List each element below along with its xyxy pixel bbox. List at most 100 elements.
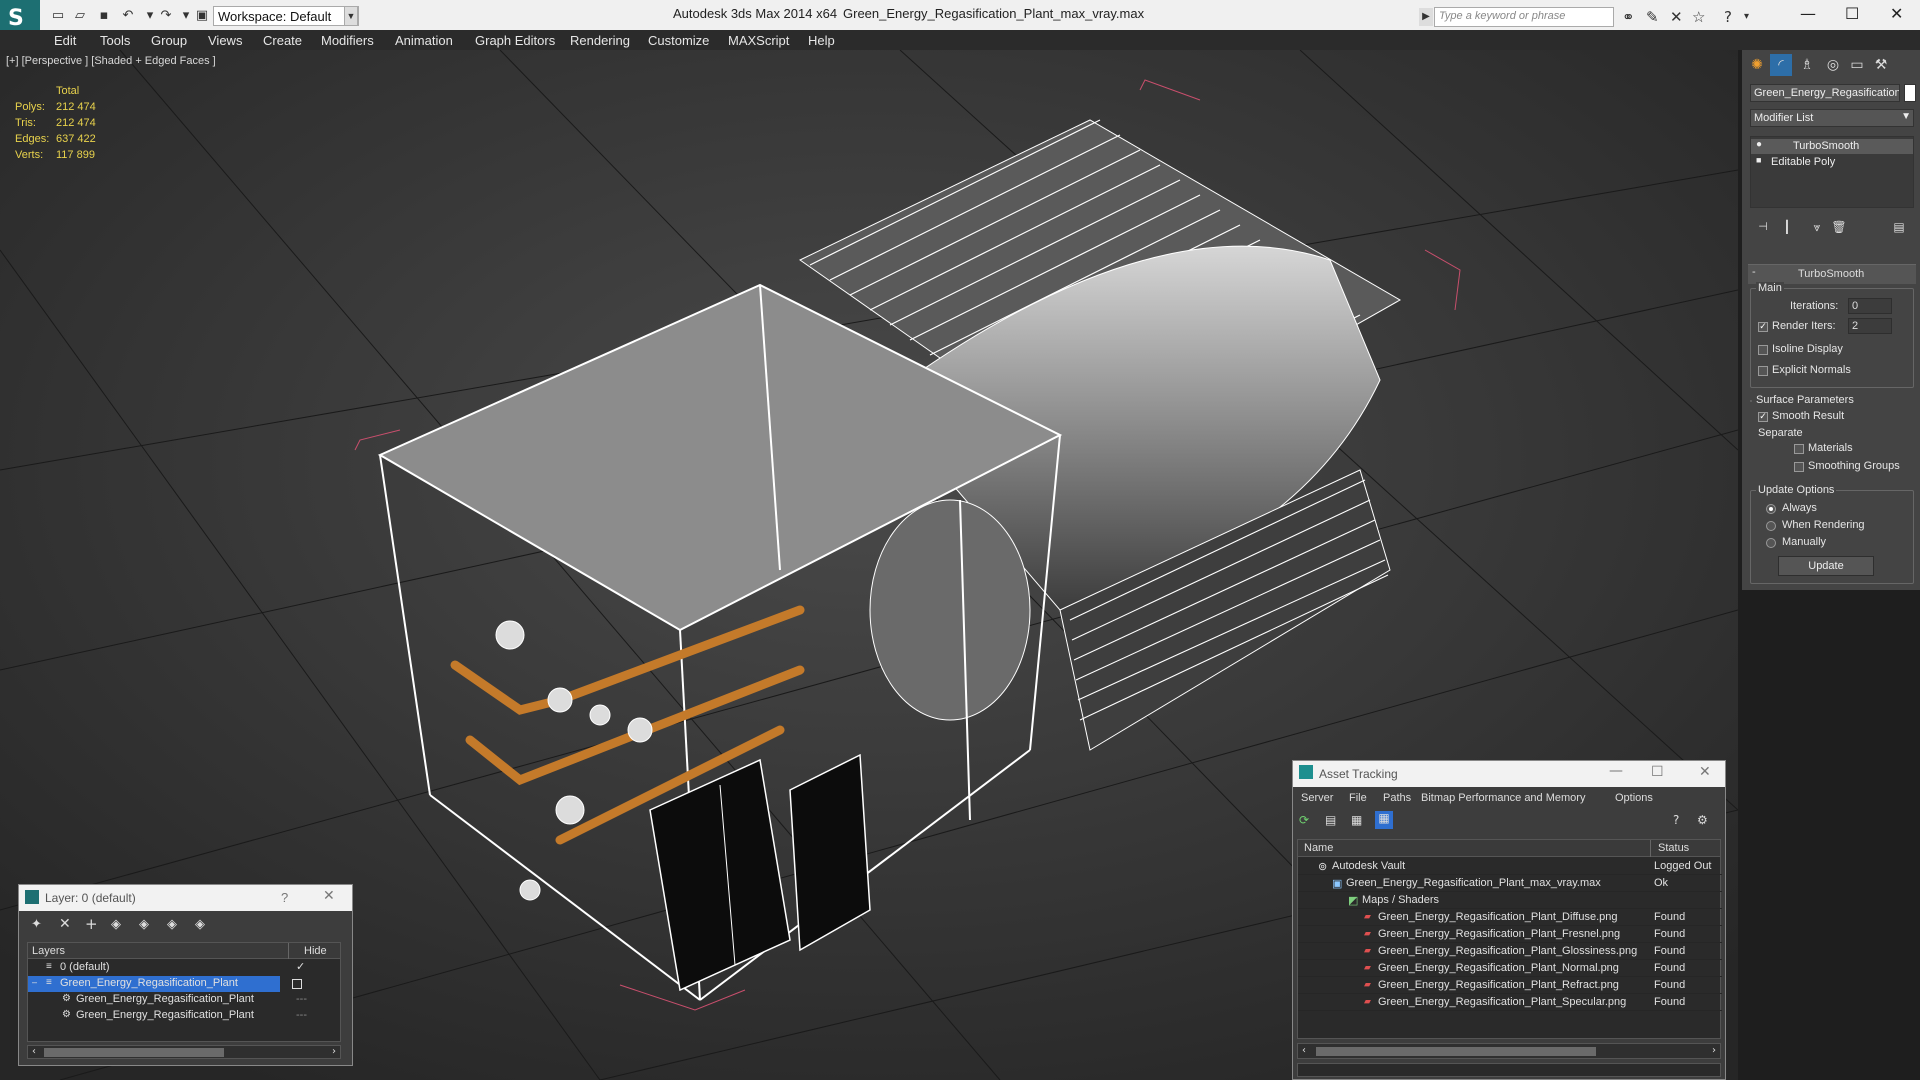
- asset-row-texture[interactable]: ▰ Green_Energy_Regasification_Plant_Diff…: [1298, 909, 1722, 926]
- layer-row-plant[interactable]: – ≡ Green_Energy_Regasification_Plant: [28, 976, 280, 992]
- explicit-normals-checkbox[interactable]: [1758, 366, 1768, 376]
- layer-horizontal-scrollbar[interactable]: ‹ ›: [27, 1045, 341, 1059]
- col-name[interactable]: Name: [1304, 842, 1333, 854]
- open-file-icon[interactable]: ▱: [72, 8, 88, 24]
- materials-checkbox[interactable]: [1794, 444, 1804, 454]
- motion-tab-icon[interactable]: ◎: [1822, 54, 1844, 76]
- settings-icon[interactable]: ⚙: [1697, 813, 1708, 827]
- menu-server[interactable]: Server: [1301, 792, 1333, 804]
- binoculars-icon[interactable]: ⚭: [1622, 8, 1635, 26]
- modifier-list-dropdown[interactable]: Modifier List ▼: [1750, 109, 1914, 127]
- layer-manager-titlebar[interactable]: Layer: 0 (default) ? ✕: [19, 885, 352, 911]
- render-iters-checkbox[interactable]: ✓: [1758, 322, 1768, 332]
- menu-maxscript[interactable]: MAXScript: [728, 33, 789, 48]
- col-status[interactable]: Status: [1658, 842, 1689, 854]
- scroll-right-icon[interactable]: ›: [1712, 1045, 1716, 1056]
- scrollbar-thumb[interactable]: [1316, 1047, 1596, 1056]
- when-rendering-radio[interactable]: [1766, 521, 1776, 531]
- plus-icon[interactable]: ■: [1756, 155, 1761, 165]
- display-tab-icon[interactable]: ▭: [1846, 54, 1868, 76]
- col-layers[interactable]: Layers: [32, 945, 65, 957]
- save-file-icon[interactable]: ▪: [96, 8, 112, 24]
- menu-animation[interactable]: Animation: [395, 33, 453, 48]
- object-name-field[interactable]: Green_Energy_Regasification: [1750, 84, 1900, 102]
- create-layer-icon[interactable]: ✦: [31, 917, 42, 932]
- hierarchy-tab-icon[interactable]: ♗: [1796, 54, 1818, 76]
- layer-row-object[interactable]: ⚙ Green_Energy_Regasification_Plant ---: [28, 1008, 340, 1024]
- scrollbar-thumb[interactable]: [44, 1048, 224, 1057]
- close-button[interactable]: ✕: [1890, 4, 1903, 23]
- help-dropdown-icon[interactable]: ▾: [1744, 11, 1749, 22]
- redo-dropdown-icon[interactable]: ▾: [178, 8, 194, 24]
- layer-row-default[interactable]: ≡ 0 (default) ✓: [28, 960, 340, 976]
- viewport-label[interactable]: [+] [Perspective ] [Shaded + Edged Faces…: [6, 55, 216, 67]
- stack-item-turbosmooth[interactable]: ● TurboSmooth: [1751, 139, 1913, 154]
- highlight-layer-icon[interactable]: ◈: [139, 917, 149, 932]
- asset-row-scene-file[interactable]: ▣ Green_Energy_Regasification_Plant_max_…: [1298, 875, 1722, 892]
- menu-rendering[interactable]: Rendering: [570, 33, 630, 48]
- horizontal-scrollbar[interactable]: ‹ ›: [1297, 1043, 1721, 1059]
- layer-row-object[interactable]: ⚙ Green_Energy_Regasification_Plant ---: [28, 992, 340, 1008]
- menu-views[interactable]: Views: [208, 33, 242, 48]
- modify-tab-icon[interactable]: ◜: [1770, 54, 1792, 76]
- object-color-swatch[interactable]: [1904, 84, 1916, 102]
- set-active-box[interactable]: [292, 979, 302, 989]
- close-icon[interactable]: ✕: [1699, 764, 1711, 780]
- asset-row-texture[interactable]: ▰ Green_Energy_Regasification_Plant_Spec…: [1298, 994, 1722, 1011]
- scroll-right-icon[interactable]: ›: [332, 1046, 336, 1057]
- minimize-icon[interactable]: —: [1609, 763, 1623, 779]
- create-tab-icon[interactable]: ✺: [1746, 54, 1768, 76]
- delete-layer-icon[interactable]: ✕: [59, 916, 71, 932]
- select-objects-icon[interactable]: ◈: [111, 917, 121, 932]
- tree-view-icon[interactable]: ▦: [1351, 813, 1362, 827]
- search-expand-icon[interactable]: ▶: [1419, 8, 1433, 26]
- col-hide[interactable]: Hide: [304, 945, 327, 957]
- column-divider[interactable]: [288, 943, 289, 959]
- menu-edit[interactable]: Edit: [54, 33, 76, 48]
- render-iters-spinner[interactable]: 2: [1848, 318, 1892, 334]
- show-end-result-icon[interactable]: ┃: [1776, 216, 1798, 238]
- menu-modifiers[interactable]: Modifiers: [321, 33, 374, 48]
- column-divider[interactable]: [1650, 840, 1651, 857]
- menu-paths[interactable]: Paths: [1383, 792, 1411, 804]
- maximize-button[interactable]: ☐: [1845, 4, 1859, 23]
- freeze-all-icon[interactable]: ◈: [195, 917, 205, 932]
- quick-access-dropdown-button[interactable]: ▼: [344, 6, 358, 26]
- hide-all-icon[interactable]: ◈: [167, 917, 177, 932]
- menu-help[interactable]: Help: [808, 33, 835, 48]
- project-folder-icon[interactable]: ▣: [194, 8, 210, 24]
- undo-dropdown-icon[interactable]: ▾: [142, 8, 158, 24]
- pin-stack-icon[interactable]: ⊣: [1752, 216, 1774, 238]
- asset-row-vault[interactable]: ⊚ Autodesk Vault Logged Out: [1298, 858, 1722, 875]
- asset-row-texture[interactable]: ▰ Green_Energy_Regasification_Plant_Norm…: [1298, 960, 1722, 977]
- stack-item-editable-poly[interactable]: ■ Editable Poly: [1751, 155, 1913, 170]
- table-view-icon[interactable]: ▦: [1375, 811, 1393, 829]
- remove-modifier-icon[interactable]: 🗑: [1828, 216, 1850, 238]
- manually-radio[interactable]: [1766, 538, 1776, 548]
- asset-row-maps-shaders[interactable]: ◩ Maps / Shaders: [1298, 892, 1722, 909]
- always-radio[interactable]: [1766, 504, 1776, 514]
- smoothing-groups-checkbox[interactable]: [1794, 462, 1804, 472]
- configure-sets-icon[interactable]: ▤: [1888, 216, 1910, 238]
- search-input[interactable]: Type a keyword or phrase: [1434, 7, 1614, 27]
- minimize-button[interactable]: —: [1800, 4, 1816, 23]
- communication-icon[interactable]: ✕: [1670, 8, 1683, 26]
- bulb-icon[interactable]: ●: [1756, 139, 1762, 150]
- hide-toggle[interactable]: ---: [296, 1009, 307, 1021]
- make-unique-icon[interactable]: ⩔: [1806, 216, 1828, 238]
- asset-row-texture[interactable]: ▰ Green_Energy_Regasification_Plant_Fres…: [1298, 926, 1722, 943]
- subscription-icon[interactable]: ✎: [1646, 8, 1659, 26]
- help-icon[interactable]: ?: [1673, 813, 1679, 827]
- asset-row-texture[interactable]: ▰ Green_Energy_Regasification_Plant_Refr…: [1298, 977, 1722, 994]
- close-icon[interactable]: ✕: [323, 888, 335, 904]
- asset-tracking-titlebar[interactable]: Asset Tracking — ☐ ✕: [1293, 761, 1725, 787]
- undo-icon[interactable]: ↶: [120, 8, 136, 24]
- iterations-spinner[interactable]: 0: [1848, 298, 1892, 314]
- scroll-left-icon[interactable]: ‹: [1302, 1045, 1306, 1056]
- maximize-icon[interactable]: ☐: [1651, 764, 1664, 780]
- menu-create[interactable]: Create: [263, 33, 302, 48]
- redo-icon[interactable]: ↷: [158, 8, 174, 24]
- refresh-icon[interactable]: ⟳: [1299, 813, 1309, 827]
- new-file-icon[interactable]: ▭: [50, 8, 66, 24]
- menu-group[interactable]: Group: [151, 33, 187, 48]
